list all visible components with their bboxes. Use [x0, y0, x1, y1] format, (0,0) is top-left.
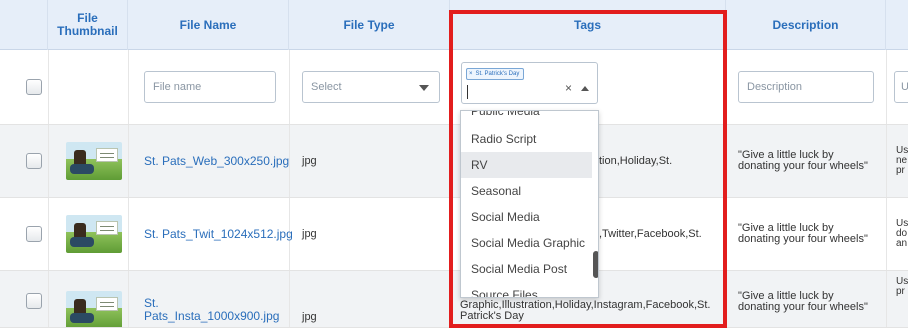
chip-remove-icon[interactable]: ×	[469, 71, 473, 77]
file-name-cell: St. Pats_Web_300x250.jpg	[144, 125, 289, 197]
file-name-cell: St. Pats_Insta_1000x900.jpg	[144, 297, 284, 323]
file-type-value: jpg	[302, 155, 317, 167]
file-type-value: jpg	[302, 311, 317, 323]
row-checkbox[interactable]	[26, 293, 42, 309]
selected-tag-label: St. Patrick's Day	[475, 71, 520, 77]
chevron-up-icon[interactable]	[581, 86, 589, 91]
file-name-filter-input[interactable]: File name	[144, 71, 276, 103]
file-name-link[interactable]: St. Pats_Insta_1000x900.jpg	[144, 297, 284, 323]
selected-tag-chip[interactable]: × St. Patrick's Day	[466, 68, 525, 80]
next-col-value: Us pr do or an	[896, 219, 908, 249]
description-filter-input[interactable]: Description	[738, 71, 874, 103]
header-thumbnail[interactable]: File Thumbnail	[48, 0, 128, 50]
table-row[interactable]: St. Pats_Twit_1024x512.jpg jpg ,Twitter,…	[0, 198, 908, 271]
thumbnail-cell	[66, 125, 122, 197]
file-type-cell: jpg	[302, 311, 317, 323]
files-grid: File Thumbnail File Name File Type Tags …	[0, 0, 908, 328]
header-file-type[interactable]: File Type	[289, 0, 450, 50]
row-checkbox-cell	[26, 293, 42, 309]
next-col-cell: Us yo pr or	[896, 277, 908, 297]
thumbnail-cell	[66, 291, 122, 327]
table-row[interactable]: St. Pats_Web_300x250.jpg jpg tion,Holida…	[0, 125, 908, 198]
table-row[interactable]: St. Pats_Insta_1000x900.jpg jpg Social M…	[0, 271, 908, 328]
header-row: File Thumbnail File Name File Type Tags …	[0, 0, 908, 50]
row-checkbox-cell	[26, 125, 42, 197]
dropdown-option[interactable]: Social Media Graphic	[461, 230, 592, 256]
file-name-link[interactable]: St. Pats_Web_300x250.jpg	[144, 154, 289, 168]
description-value: "Give a little luck by donating your fou…	[738, 222, 868, 245]
description-value: "Give a little luck by donating your fou…	[738, 290, 868, 313]
row-checkbox-cell	[26, 198, 42, 270]
tags-cell: ,Twitter,Facebook,St.	[599, 198, 702, 270]
file-name-cell: St. Pats_Twit_1024x512.jpg	[144, 198, 293, 270]
description-placeholder: Description	[747, 81, 803, 93]
chevron-down-icon	[419, 85, 429, 91]
file-type-cell: jpg	[302, 125, 317, 197]
file-thumbnail[interactable]	[66, 291, 122, 327]
filter-row: File name Select Description U	[0, 50, 908, 125]
header-tags[interactable]: Tags	[450, 0, 726, 50]
dropdown-option[interactable]: Seasonal	[461, 178, 592, 204]
file-type-cell: jpg	[302, 198, 317, 270]
thumbnail-cell	[66, 198, 122, 270]
tags-value: tion,Holiday,St.	[599, 155, 673, 167]
dropdown-option-highlighted[interactable]: RV	[461, 152, 592, 178]
header-description[interactable]: Description	[726, 0, 886, 50]
dropdown-scrollbar[interactable]	[593, 251, 598, 278]
tags-value: ,Twitter,Facebook,St.	[599, 228, 702, 240]
file-name-link[interactable]: St. Pats_Twit_1024x512.jpg	[144, 227, 293, 241]
file-type-select[interactable]: Select	[302, 71, 440, 103]
dropdown-option[interactable]: Social Media Post	[461, 256, 592, 282]
file-name-placeholder: File name	[153, 81, 202, 93]
file-type-placeholder: Select	[311, 81, 342, 93]
header-next-col	[886, 0, 908, 50]
description-cell: "Give a little luck by donating your fou…	[738, 291, 868, 313]
file-thumbnail[interactable]	[66, 215, 122, 253]
header-select-col	[0, 0, 48, 50]
next-col-cell: Us we ne yo pr	[896, 125, 908, 197]
dropdown-option[interactable]: Public Media	[461, 111, 592, 124]
select-all-cell	[26, 50, 42, 124]
dropdown-option[interactable]: Social Media	[461, 204, 592, 230]
next-col-value: Us we ne yo pr	[896, 146, 908, 176]
file-thumbnail[interactable]	[66, 142, 122, 180]
next-col-placeholder: U	[901, 81, 908, 93]
description-value: "Give a little luck by donating your fou…	[738, 149, 868, 172]
clear-icon[interactable]: ×	[565, 81, 572, 95]
dropdown-option[interactable]: Source Files	[461, 282, 592, 297]
text-cursor	[467, 85, 468, 99]
tags-cell: tion,Holiday,St.	[599, 125, 672, 197]
next-col-value: Us yo pr or	[896, 277, 908, 297]
select-all-checkbox[interactable]	[26, 79, 42, 95]
description-cell: "Give a little luck by donating your fou…	[738, 125, 868, 197]
tags-multiselect[interactable]: × St. Patrick's Day ×	[461, 62, 598, 104]
file-type-value: jpg	[302, 228, 317, 240]
row-checkbox[interactable]	[26, 153, 42, 169]
description-cell: "Give a little luck by donating your fou…	[738, 198, 868, 270]
header-file-name[interactable]: File Name	[128, 0, 289, 50]
next-col-filter-input[interactable]: U	[894, 71, 908, 103]
row-checkbox[interactable]	[26, 226, 42, 242]
dropdown-option[interactable]: Radio Script	[461, 126, 592, 152]
next-col-cell: Us pr do or an	[896, 198, 908, 270]
tags-dropdown-list[interactable]: Public Media Radio Script RV Seasonal So…	[460, 110, 599, 298]
